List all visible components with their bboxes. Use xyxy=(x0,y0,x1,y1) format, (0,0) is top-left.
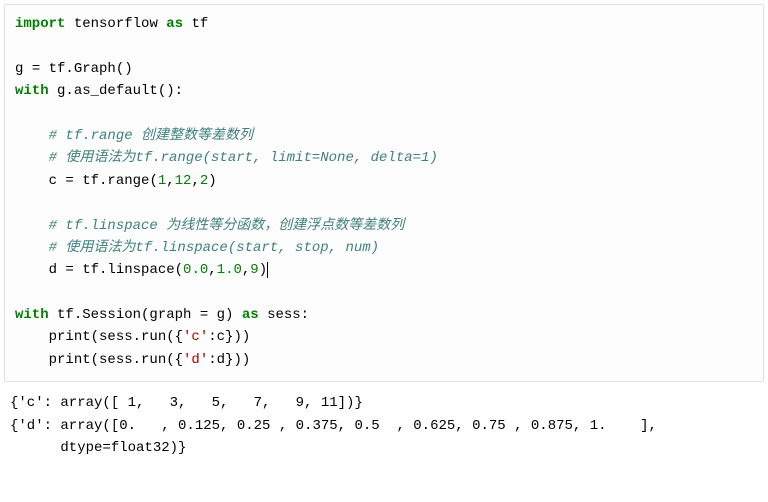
print-call: print(sess.run({ xyxy=(49,352,183,368)
call-graph: tf.Graph() xyxy=(40,61,132,77)
keyword-import: import xyxy=(15,16,65,32)
paren: ) xyxy=(259,262,267,278)
indent xyxy=(15,329,49,345)
code-block: import tensorflow as tf g = tf.Graph() w… xyxy=(4,4,764,382)
code-line-11: # 使用语法为tf.linspace(start, stop, num) xyxy=(15,237,753,259)
with-expr: g.as_default(): xyxy=(49,83,183,99)
code-line-16: print(sess.run({'d':d})) xyxy=(15,349,753,371)
op-assign: = xyxy=(65,173,73,189)
keyword-as: as xyxy=(166,16,183,32)
code-line-12: d = tf.linspace(0.0,1.0,9) xyxy=(15,259,753,281)
comma: , xyxy=(208,262,216,278)
indent xyxy=(15,128,49,144)
string-literal: 'c' xyxy=(183,329,208,345)
keyword-as: as xyxy=(242,307,259,323)
alias-name: tf xyxy=(191,16,208,32)
var-c: c xyxy=(49,173,66,189)
indent xyxy=(15,218,49,234)
op-assign: = xyxy=(32,61,40,77)
comment: # tf.range 创建整数等差数列 xyxy=(49,128,253,144)
call-range: tf.range( xyxy=(74,173,158,189)
op-assign: = xyxy=(200,307,208,323)
indent xyxy=(15,352,49,368)
code-line-7: # 使用语法为tf.range(start, limit=None, delta… xyxy=(15,147,753,169)
code-line-13 xyxy=(15,282,753,304)
code-line-2 xyxy=(15,35,753,57)
print-tail: :c})) xyxy=(208,329,250,345)
comma: , xyxy=(191,173,199,189)
op-assign: = xyxy=(65,262,73,278)
num: 1.0 xyxy=(217,262,242,278)
indent xyxy=(15,150,49,166)
var-g: g xyxy=(15,61,32,77)
keyword-with: with xyxy=(15,307,49,323)
comment: # tf.linspace 为线性等分函数，创建浮点数等差数列 xyxy=(49,218,405,234)
comma: , xyxy=(166,173,174,189)
call-linspace: tf.linspace( xyxy=(74,262,183,278)
output-line-1: {'c': array([ 1, 3, 5, 7, 9, 11])} xyxy=(10,392,758,414)
output-line-2: {'d': array([0. , 0.125, 0.25 , 0.375, 0… xyxy=(10,415,758,437)
code-line-1: import tensorflow as tf xyxy=(15,13,753,35)
space xyxy=(65,16,73,32)
num: 0.0 xyxy=(183,262,208,278)
code-line-3: g = tf.Graph() xyxy=(15,58,753,80)
indent xyxy=(15,262,49,278)
output-block: {'c': array([ 1, 3, 5, 7, 9, 11])} {'d':… xyxy=(0,386,768,467)
indent xyxy=(15,173,49,189)
code-line-6: # tf.range 创建整数等差数列 xyxy=(15,125,753,147)
code-line-4: with g.as_default(): xyxy=(15,80,753,102)
num: 9 xyxy=(250,262,258,278)
session-var: sess: xyxy=(259,307,309,323)
session-arg: g) xyxy=(208,307,242,323)
num: 12 xyxy=(175,173,192,189)
var-d: d xyxy=(49,262,66,278)
code-line-15: print(sess.run({'c':c})) xyxy=(15,326,753,348)
print-call: print(sess.run({ xyxy=(49,329,183,345)
num: 1 xyxy=(158,173,166,189)
paren: ) xyxy=(208,173,216,189)
output-line-3: dtype=float32)} xyxy=(10,437,758,459)
print-tail: :d})) xyxy=(208,352,250,368)
text-cursor-icon xyxy=(267,262,268,278)
comment: # 使用语法为tf.range(start, limit=None, delta… xyxy=(49,150,438,166)
session-expr: tf.Session(graph xyxy=(49,307,200,323)
code-line-10: # tf.linspace 为线性等分函数，创建浮点数等差数列 xyxy=(15,215,753,237)
code-line-5 xyxy=(15,103,753,125)
string-literal: 'd' xyxy=(183,352,208,368)
code-line-9 xyxy=(15,192,753,214)
module-name: tensorflow xyxy=(74,16,166,32)
keyword-with: with xyxy=(15,83,49,99)
code-line-8: c = tf.range(1,12,2) xyxy=(15,170,753,192)
indent xyxy=(15,240,49,256)
code-line-14: with tf.Session(graph = g) as sess: xyxy=(15,304,753,326)
comment: # 使用语法为tf.linspace(start, stop, num) xyxy=(49,240,379,256)
